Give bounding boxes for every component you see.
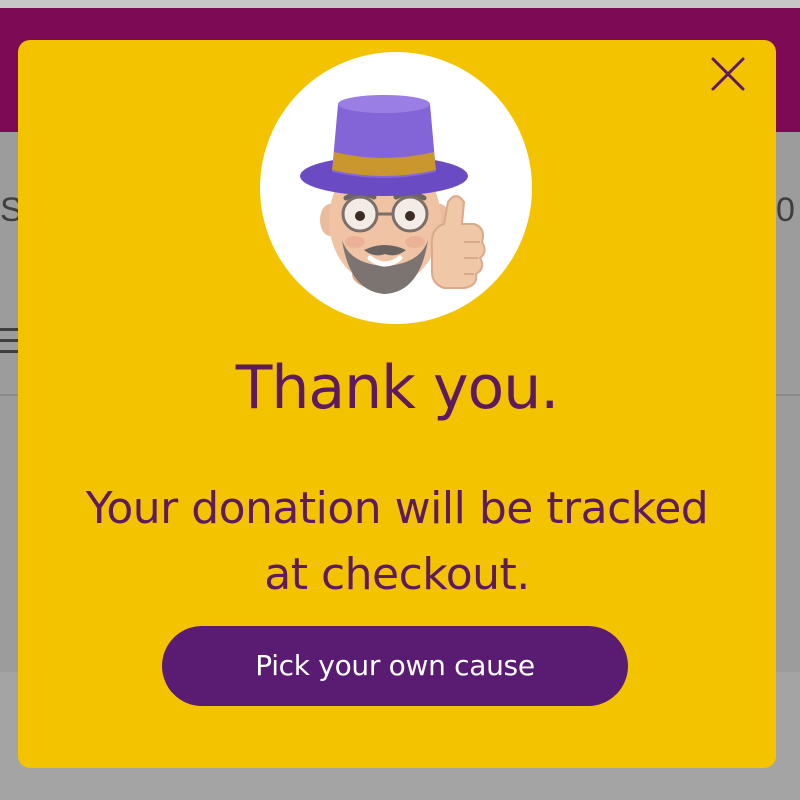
page-top-strip <box>0 0 800 8</box>
close-button[interactable] <box>708 54 748 94</box>
menu-icon <box>0 328 20 354</box>
close-icon <box>711 57 745 91</box>
pick-your-own-cause-button[interactable]: Pick your own cause <box>162 626 628 706</box>
modal-title: Thank you. <box>235 353 560 423</box>
memoji-top-hat-thumbs-up-icon <box>300 95 486 294</box>
modal-message: Your donation will be tracked at checkou… <box>85 483 709 600</box>
thank-you-modal: Thank you. Your donation will be tracked… <box>18 40 776 768</box>
background-text-fragment-right: 0 <box>776 191 795 229</box>
avatar <box>260 52 532 324</box>
